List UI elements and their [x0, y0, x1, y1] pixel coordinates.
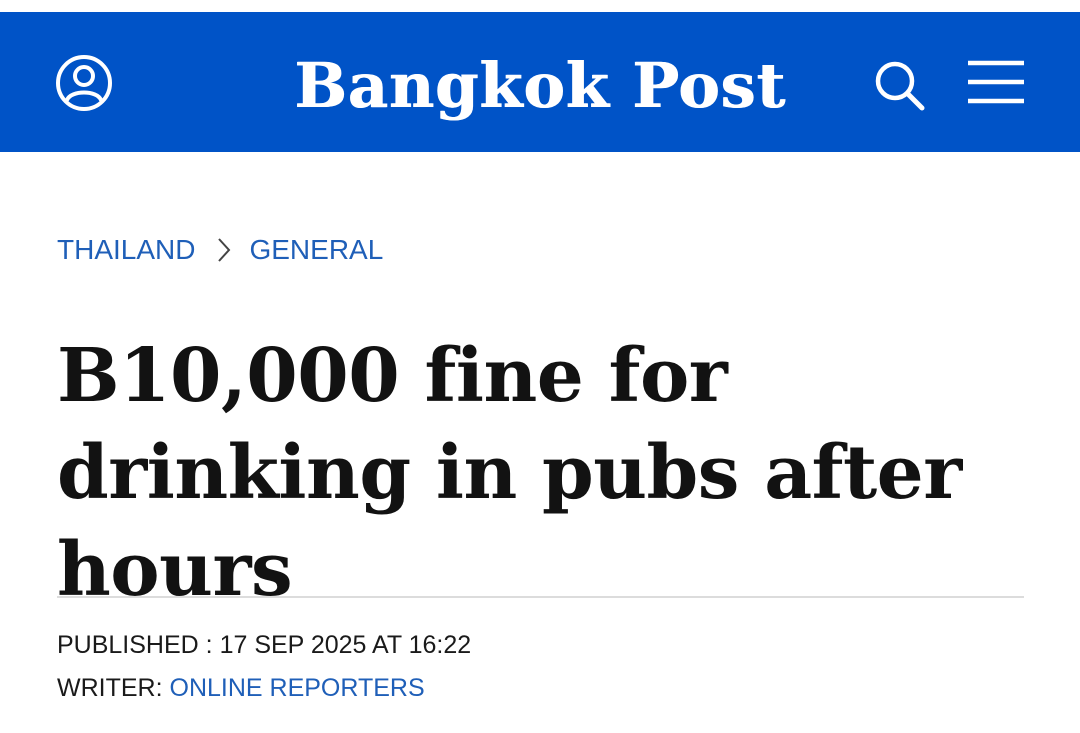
- site-header: Bangkok Post: [0, 12, 1080, 152]
- writer-line: WRITER: ONLINE REPORTERS: [57, 674, 425, 703]
- account-button[interactable]: [54, 53, 114, 113]
- writer-link[interactable]: ONLINE REPORTERS: [170, 674, 425, 702]
- breadcrumb: THAILAND GENERAL: [57, 232, 383, 268]
- breadcrumb-thailand[interactable]: THAILAND: [57, 234, 195, 266]
- search-button[interactable]: [870, 57, 930, 117]
- search-icon: [875, 61, 925, 111]
- menu-button[interactable]: [962, 56, 1028, 116]
- status-bar-area: [0, 0, 1080, 12]
- divider: [57, 596, 1024, 598]
- published-label: PUBLISHED :: [57, 631, 213, 659]
- user-account-icon: [56, 55, 112, 111]
- published-line: PUBLISHED : 17 SEP 2025 AT 16:22: [57, 631, 471, 660]
- article-headline: B10,000 fine for drinking in pubs after …: [57, 333, 962, 613]
- breadcrumb-general[interactable]: GENERAL: [249, 234, 383, 266]
- published-date: 17 SEP 2025 AT 16:22: [219, 631, 472, 659]
- site-logo[interactable]: Bangkok Post: [294, 40, 785, 130]
- chevron-right-icon: [217, 237, 231, 263]
- hamburger-menu-icon: [968, 60, 1024, 104]
- writer-label: WRITER:: [57, 674, 163, 702]
